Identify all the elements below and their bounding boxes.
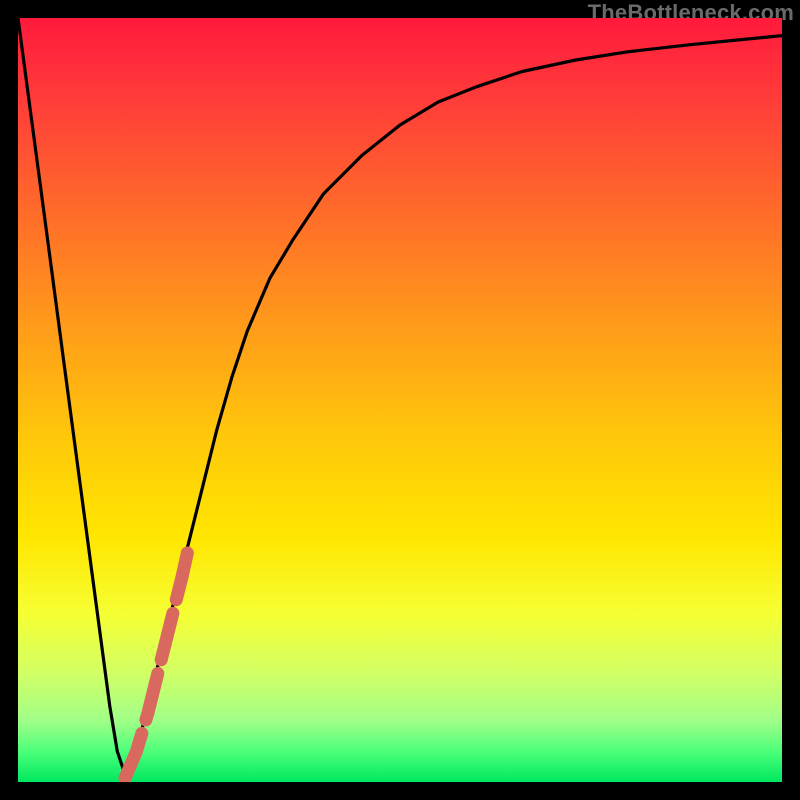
- bottleneck-curve: [18, 18, 782, 774]
- chart-frame: TheBottleneck.com: [0, 0, 800, 800]
- plot-area: [18, 18, 782, 782]
- highlight-segment: [125, 541, 190, 778]
- bottleneck-curve-svg: [18, 18, 782, 782]
